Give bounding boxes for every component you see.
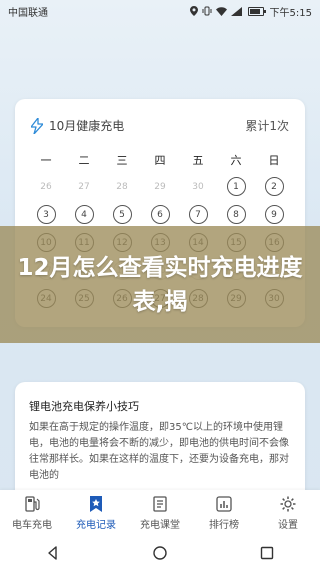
calendar-day-prev-month: 28 bbox=[116, 181, 128, 192]
calendar-day[interactable]: 1 bbox=[226, 177, 246, 196]
tab-label: 排行榜 bbox=[209, 520, 239, 531]
weekday-label: 二 bbox=[78, 154, 90, 167]
calendar-day[interactable]: 2 bbox=[264, 177, 284, 196]
location-icon bbox=[189, 6, 198, 16]
ranking-icon bbox=[216, 496, 232, 512]
calendar-day[interactable]: 4 bbox=[74, 205, 94, 224]
book-icon bbox=[153, 496, 167, 512]
calendar-header: 10月健康充电 累计1次 bbox=[15, 99, 305, 134]
status-right: 下午5:15 bbox=[189, 4, 312, 19]
weekday-label: 三 bbox=[116, 154, 128, 167]
gear-icon bbox=[280, 496, 296, 512]
battery-icon bbox=[247, 6, 266, 16]
status-icons bbox=[189, 6, 242, 16]
article-title: 12月怎么查看实时充电进度表,揭 bbox=[17, 254, 303, 315]
tab-ev-charging[interactable]: 电车充电 bbox=[0, 490, 64, 536]
wifi-icon bbox=[215, 6, 227, 16]
tab-charging-class[interactable]: 充电课堂 bbox=[128, 490, 192, 536]
bottom-tab-bar: 电车充电 充电记录 充电课堂 排行榜 设置 bbox=[0, 490, 320, 536]
tips-body: 如果在高于规定的操作温度，即35℃以上的环境中使用锂电，电池的电量将会不断的减少… bbox=[29, 422, 289, 481]
system-nav-bar bbox=[0, 536, 320, 569]
calendar-day[interactable]: 3 bbox=[36, 205, 56, 224]
tips-title: 锂电池充电保养小技巧 bbox=[29, 400, 139, 413]
vibrate-icon bbox=[202, 6, 212, 16]
calendar-day-prev-month: 26 bbox=[40, 181, 52, 192]
home-icon[interactable] bbox=[153, 545, 167, 560]
calendar-week-row: 26 27 28 29 30 1 2 bbox=[15, 177, 305, 196]
article-title-banner: 12月怎么查看实时充电进度表,揭 bbox=[0, 226, 320, 343]
weekday-label: 五 bbox=[192, 154, 204, 167]
calendar-day[interactable]: 8 bbox=[226, 205, 246, 224]
calendar-day-prev-month: 30 bbox=[192, 181, 204, 192]
calendar-day[interactable]: 9 bbox=[264, 205, 284, 224]
tab-label: 充电课堂 bbox=[140, 520, 180, 531]
star-badge-icon bbox=[90, 496, 102, 512]
charging-station-icon bbox=[25, 496, 40, 512]
calendar-week-row: 3 4 5 6 7 8 9 bbox=[15, 205, 305, 224]
tab-label: 电车充电 bbox=[12, 520, 52, 531]
calendar-title-group: 10月健康充电 bbox=[31, 117, 124, 134]
weekday-label: 六 bbox=[230, 154, 242, 167]
tab-settings[interactable]: 设置 bbox=[256, 490, 320, 536]
signal-icon bbox=[230, 6, 242, 16]
weekday-label: 四 bbox=[154, 154, 166, 167]
carrier-label: 中国联通 bbox=[8, 7, 48, 19]
tab-ranking[interactable]: 排行榜 bbox=[192, 490, 256, 536]
calendar-title: 10月健康充电 bbox=[49, 119, 125, 133]
calendar-day[interactable]: 5 bbox=[112, 205, 132, 224]
tab-label: 设置 bbox=[278, 520, 298, 531]
status-bar: 中国联通 下午5:15 bbox=[0, 0, 320, 22]
back-icon[interactable] bbox=[46, 545, 60, 560]
tab-charging-records[interactable]: 充电记录 bbox=[64, 490, 128, 536]
calendar-day[interactable]: 6 bbox=[150, 205, 170, 224]
calendar-day-prev-month: 29 bbox=[154, 181, 166, 192]
weekday-label: 日 bbox=[268, 154, 280, 167]
weekday-header: 一 二 三 四 五 六 日 bbox=[15, 152, 305, 168]
tab-label: 充电记录 bbox=[76, 520, 116, 531]
clock-time: 下午5:15 bbox=[269, 7, 312, 19]
calendar-day[interactable]: 7 bbox=[188, 205, 208, 224]
lightning-icon bbox=[31, 117, 43, 134]
charge-count: 累计1次 bbox=[245, 119, 289, 133]
weekday-label: 一 bbox=[40, 154, 52, 167]
calendar-day-prev-month: 27 bbox=[78, 181, 90, 192]
recents-icon[interactable] bbox=[260, 546, 274, 560]
battery-fill bbox=[249, 8, 260, 14]
